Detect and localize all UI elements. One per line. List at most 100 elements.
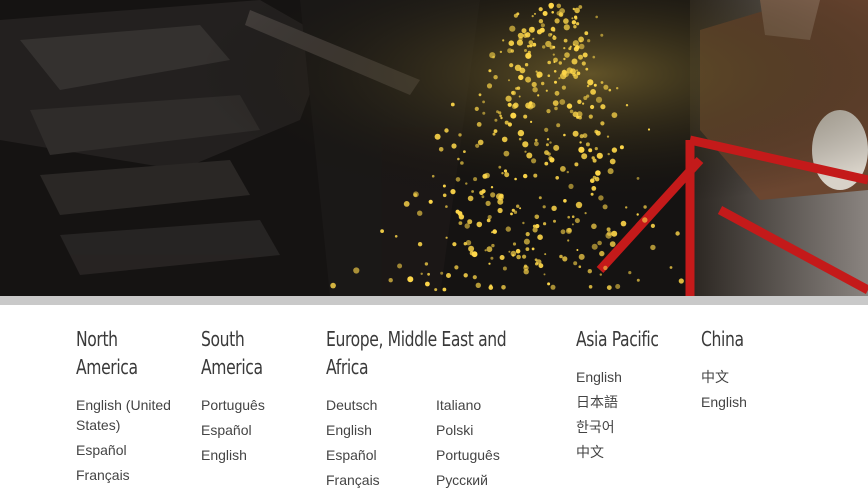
language-link[interactable]: Polski	[436, 420, 546, 440]
spark	[577, 99, 582, 105]
spark	[592, 175, 597, 180]
language-link[interactable]: Español	[326, 445, 436, 465]
spark	[581, 153, 588, 160]
language-link[interactable]: 日本語	[576, 392, 686, 412]
language-link[interactable]: Français	[76, 465, 186, 485]
spark	[499, 114, 502, 118]
language-link[interactable]: Español	[201, 420, 311, 440]
spark	[596, 152, 603, 159]
language-list: Português Español English	[201, 395, 311, 465]
language-link[interactable]: Español	[76, 440, 186, 460]
language-link[interactable]: 中文	[701, 367, 811, 387]
spark	[563, 24, 570, 31]
spark	[516, 254, 521, 260]
language-link[interactable]: Русский	[436, 470, 546, 490]
language-link[interactable]: English	[201, 445, 311, 465]
spark	[532, 42, 537, 47]
spark	[650, 244, 656, 251]
spark	[576, 249, 579, 251]
spark	[562, 256, 568, 262]
language-link[interactable]: English	[701, 392, 811, 412]
spark	[558, 61, 562, 65]
spark	[582, 52, 588, 58]
spark	[625, 206, 628, 209]
language-list: English 日本語 한국어 中文	[576, 367, 686, 462]
language-link[interactable]: English (United States)	[76, 395, 186, 435]
spark	[524, 49, 527, 52]
language-link[interactable]: 中文	[576, 442, 686, 462]
language-link[interactable]: 한국어	[576, 417, 686, 437]
spark	[578, 265, 582, 269]
spark	[492, 229, 498, 234]
spark	[542, 11, 548, 16]
spark	[503, 169, 508, 173]
spark	[481, 189, 486, 194]
spark	[533, 173, 538, 178]
spark	[463, 242, 467, 246]
region-selector: North America English (United States) Es…	[0, 305, 868, 497]
spark	[594, 147, 598, 151]
spark	[477, 139, 484, 146]
spark	[571, 223, 574, 226]
hero-image	[0, 0, 868, 296]
spark	[541, 81, 545, 86]
region-title: China	[701, 327, 744, 351]
spark	[452, 242, 457, 247]
spark	[543, 222, 547, 226]
list-item: 한국어	[576, 417, 686, 437]
spark	[492, 132, 496, 136]
language-link[interactable]: English	[576, 367, 686, 387]
spark	[605, 232, 612, 239]
spark	[675, 231, 680, 236]
spark	[525, 52, 532, 59]
spark	[603, 265, 608, 271]
spark	[508, 40, 515, 46]
language-link[interactable]: Português	[201, 395, 311, 415]
spark	[552, 53, 555, 56]
spark	[616, 87, 619, 90]
spark	[473, 177, 478, 182]
spark	[595, 15, 598, 19]
spark	[524, 150, 527, 153]
spark	[558, 77, 561, 80]
spark	[534, 12, 536, 15]
spark	[467, 195, 474, 202]
spark	[647, 128, 651, 131]
language-link[interactable]: Français	[326, 470, 436, 490]
language-link[interactable]: Deutsch	[326, 395, 436, 415]
spark	[481, 195, 485, 199]
spark	[611, 112, 618, 118]
spark	[517, 129, 525, 137]
spark	[542, 205, 546, 209]
spark	[578, 36, 584, 43]
spark	[475, 282, 481, 288]
spark	[523, 238, 530, 245]
spark	[603, 84, 609, 90]
list-item: Português	[201, 395, 311, 415]
language-link[interactable]: Italiano	[436, 395, 546, 415]
language-link[interactable]: English	[326, 420, 436, 440]
spark	[595, 96, 603, 103]
welding-sparks-image	[0, 0, 868, 296]
spark	[531, 15, 534, 18]
hero-divider	[0, 296, 868, 305]
spark	[578, 146, 585, 153]
spark	[535, 262, 539, 266]
spark	[548, 2, 554, 9]
language-link[interactable]: Português	[436, 445, 546, 465]
spark	[547, 74, 551, 77]
spark	[445, 236, 448, 239]
spark	[428, 199, 433, 204]
spark	[468, 245, 475, 252]
spark	[595, 130, 601, 136]
spark	[575, 201, 583, 209]
spark	[388, 278, 393, 283]
spark	[442, 287, 447, 292]
language-list: Deutsch English Español Français	[326, 395, 436, 495]
spark	[450, 189, 456, 195]
spark	[476, 122, 482, 127]
spark	[591, 186, 597, 191]
language-list: Italiano Polski Português Русский	[436, 395, 546, 495]
spark	[380, 229, 384, 234]
spark	[609, 241, 616, 248]
